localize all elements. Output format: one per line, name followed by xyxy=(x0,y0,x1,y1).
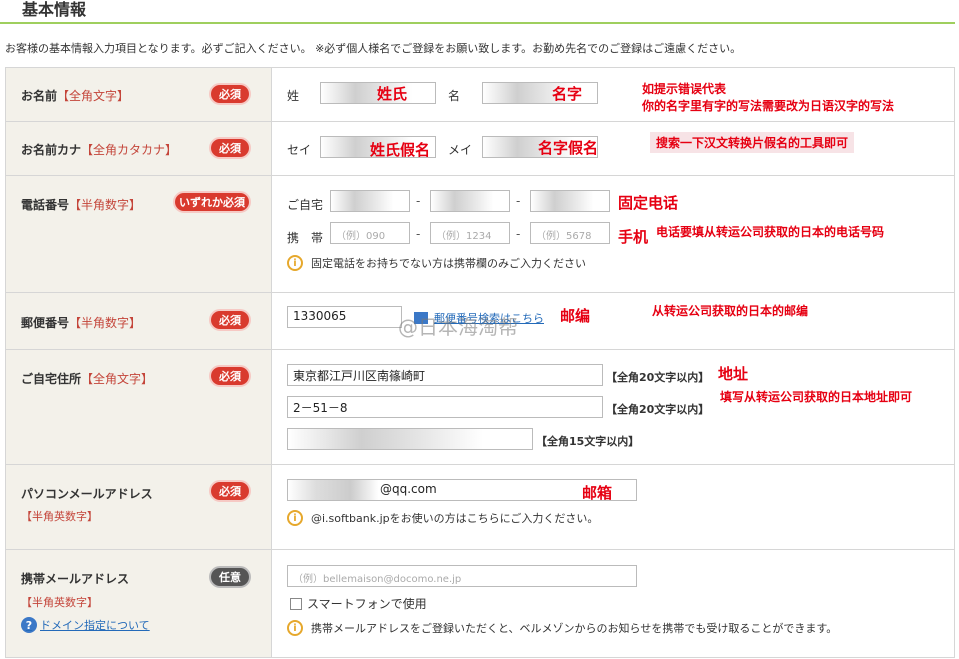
address-input-cell: 東京都江戸川区南篠崎町 【全角20文字以内】 地址 2－51－8 【全角20文字… xyxy=(271,349,955,465)
watermark: @日本海淘帮 xyxy=(398,315,518,339)
required-badge: 必須 xyxy=(209,137,251,159)
kana-input-cell: セイ メイ 姓氏假名 名字假名 搜索一下汉文转换片假名的工具即可 xyxy=(271,121,955,176)
mobile-mail-label: 携帯メールアドレス xyxy=(21,572,130,586)
mobile-mail-label-cell: 携帯メールアドレス 【半角英数字】 ? ドメイン指定について 任意 xyxy=(5,549,272,658)
required-badge: 必須 xyxy=(209,309,251,331)
required-badge: 必須 xyxy=(209,365,251,387)
dash: - xyxy=(516,227,521,241)
dash: - xyxy=(416,227,421,241)
either-required-badge: いずれか必須 xyxy=(173,191,251,213)
checkbox-box[interactable] xyxy=(290,597,302,610)
mobile-phone-1-input[interactable]: （例）090 xyxy=(330,222,410,244)
home-phone-2-input[interactable] xyxy=(430,190,510,212)
mobile-mail-input[interactable]: （例）bellemaison@docomo.ne.jp xyxy=(287,565,637,587)
annotation-address: 地址 xyxy=(718,365,749,383)
phone-label-cell: 電話番号【半角数字】 いずれか必須 xyxy=(5,175,272,293)
annotation-mobile-phone: 手机 xyxy=(618,228,649,246)
annotation-sei-kana: 姓氏假名 xyxy=(370,141,431,159)
mobile-phone-3-input[interactable]: （例）5678 xyxy=(530,222,610,244)
phone-note: i 固定電話をお持ちでない方は携帯欄のみご入力ください xyxy=(287,255,586,271)
address-line1-input[interactable]: 東京都江戸川区南篠崎町 xyxy=(287,364,603,386)
domain-help-link[interactable]: ? ドメイン指定について xyxy=(21,617,150,633)
pc-mail-note: i @i.softbank.jpをお使いの方はこちらにご入力ください。 xyxy=(287,510,598,526)
phone-input-cell: ご自宅 - - 固定电话 携 帯 （例）090 - （例）1234 - （例）5… xyxy=(271,175,955,293)
question-icon: ? xyxy=(21,617,37,633)
limit-15-label: 【全角15文字以内】 xyxy=(536,435,640,448)
optional-badge: 任意 xyxy=(209,566,251,588)
pc-mail-label-cell: パソコンメールアドレス 【半角英数字】 必須 xyxy=(5,464,272,550)
address-line2-input[interactable]: 2－51－8 xyxy=(287,396,603,418)
mobile-phone-label: 携 帯 xyxy=(287,231,324,245)
annotation-zip-note: 从转运公司获取的日本的邮编 xyxy=(652,304,809,318)
dash: - xyxy=(416,194,421,208)
smartphone-checkbox[interactable]: スマートフォンで使用 xyxy=(290,595,427,612)
sei-label: 姓 xyxy=(287,89,300,103)
zip-label: 郵便番号【半角数字】 xyxy=(21,316,142,330)
mei-kana-label: メイ xyxy=(448,143,473,157)
annotation-name-note-1: 如提示错误代表 xyxy=(642,82,727,96)
required-badge: 必須 xyxy=(209,83,251,105)
annotation-home-phone: 固定电话 xyxy=(618,194,679,212)
mobile-mail-input-cell: （例）bellemaison@docomo.ne.jp スマートフォンで使用 i… xyxy=(271,549,955,658)
page-title: 基本情報 xyxy=(22,0,87,19)
zip-label-cell: 郵便番号【半角数字】 必須 xyxy=(5,292,272,350)
address-label-cell: ご自宅住所【全角文字】 必須 xyxy=(5,349,272,465)
zip-input-cell: 1330065 郵便番号検索はこちら @日本海淘帮 邮编 从转运公司获取的日本的… xyxy=(271,292,955,350)
info-icon: i xyxy=(287,510,303,526)
page-title-bar: 基本情報 xyxy=(0,0,955,24)
kana-label: お名前カナ【全角カタカナ】 xyxy=(21,143,178,157)
annotation-mei-kana: 名字假名 xyxy=(538,139,599,157)
zip-input[interactable]: 1330065 xyxy=(287,306,402,328)
annotation-mei: 名字 xyxy=(552,85,583,103)
required-badge: 必須 xyxy=(209,480,251,502)
annotation-sei: 姓氏 xyxy=(377,85,408,103)
name-label-cell: お名前【全角文字】 必須 xyxy=(5,67,272,122)
annotation-name-note-2: 你的名字里有字的写法需要改为日语汉字的写法 xyxy=(642,99,895,113)
name-input-cell: 姓 名 姓氏 名字 如提示错误代表 你的名字里有字的写法需要改为日语汉字的写法 xyxy=(271,67,955,122)
home-phone-1-input[interactable] xyxy=(330,190,410,212)
limit-20-label: 【全角20文字以内】 xyxy=(606,371,710,384)
pc-mail-input-cell: @qq.com 邮箱 i @i.softbank.jpをお使いの方はこちらにご入… xyxy=(271,464,955,550)
mobile-mail-sub: 【半角英数字】 xyxy=(21,596,98,609)
dash: - xyxy=(516,194,521,208)
intro-text: お客様の基本情報入力項目となります。必ずご記入ください。 ※必ず個人様名でご登録… xyxy=(5,42,742,55)
limit-20-label: 【全角20文字以内】 xyxy=(606,403,710,416)
mobile-mail-note: i 携帯メールアドレスをご登録いただくと、ベルメゾンからのお知らせを携帯でも受け… xyxy=(287,620,837,636)
pc-mail-label: パソコンメールアドレス xyxy=(21,487,153,501)
home-phone-3-input[interactable] xyxy=(530,190,610,212)
mei-label: 名 xyxy=(448,89,461,103)
annotation-phone-note: 电话要填从转运公司获取的日本的电话号码 xyxy=(656,225,885,239)
kana-label-cell: お名前カナ【全角カタカナ】 必須 xyxy=(5,121,272,176)
basic-info-form: お名前【全角文字】 必須 姓 名 姓氏 名字 如提示错误代表 你的名字里有字的写… xyxy=(5,67,955,658)
name-label: お名前【全角文字】 xyxy=(21,89,130,103)
annotation-zip: 邮编 xyxy=(560,307,591,325)
annotation-kana-note: 搜索一下汉文转换片假名的工具即可 xyxy=(650,132,855,153)
home-phone-label: ご自宅 xyxy=(287,198,324,212)
address-line3-input[interactable] xyxy=(287,428,533,450)
annotation-mail: 邮箱 xyxy=(582,484,613,502)
phone-label: 電話番号【半角数字】 xyxy=(21,198,142,212)
info-icon: i xyxy=(287,620,303,636)
annotation-address-note: 填写从转运公司获取的日本地址即可 xyxy=(720,390,913,404)
info-icon: i xyxy=(287,255,303,271)
address-label: ご自宅住所【全角文字】 xyxy=(21,372,154,386)
mobile-phone-2-input[interactable]: （例）1234 xyxy=(430,222,510,244)
sei-kana-label: セイ xyxy=(287,143,312,157)
pc-mail-sub: 【半角英数字】 xyxy=(21,510,98,523)
